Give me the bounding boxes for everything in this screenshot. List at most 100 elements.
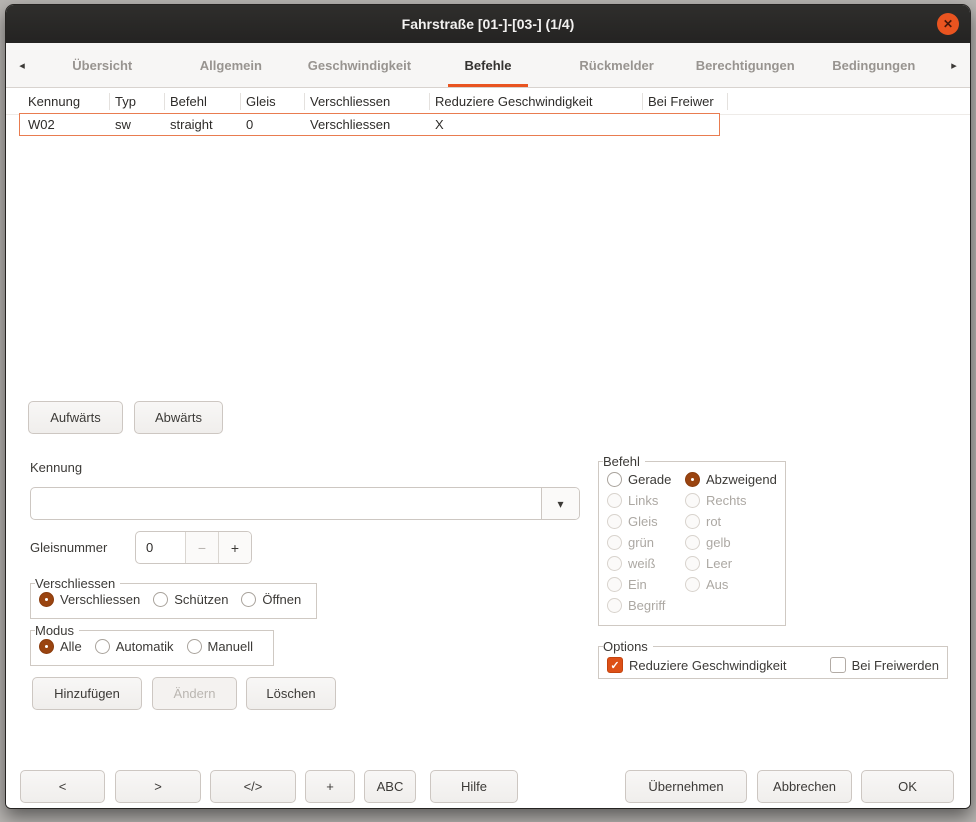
gleisnummer-spinner[interactable]: 0 − + — [135, 531, 252, 564]
radio-links: Links — [607, 493, 685, 508]
befehl-group: Befehl Gerade Abzweigend Links Rechts — [598, 454, 786, 626]
modus-group: Modus Alle Automatik Manuell — [30, 623, 274, 666]
radio-label: Ein — [628, 577, 647, 592]
befehl-group-legend: Befehl — [603, 454, 645, 469]
options-group: Options ✓ Reduziere Geschwindigkeit Bei … — [598, 639, 948, 679]
radio-gruen: grün — [607, 535, 685, 550]
radio-ein: Ein — [607, 577, 685, 592]
radio-label: rot — [706, 514, 721, 529]
tab-scroll-right-icon[interactable]: ▸ — [938, 43, 970, 87]
radio-icon — [685, 577, 700, 592]
tab-scroll-left-icon[interactable]: ◂ — [6, 43, 38, 87]
close-icon: ✕ — [943, 17, 953, 31]
tab-berechtigungen[interactable]: Berechtigungen — [681, 43, 810, 87]
column-header-gleis[interactable]: Gleis — [246, 94, 276, 109]
radio-weiss: weiß — [607, 556, 685, 571]
radio-abzweigend[interactable]: Abzweigend — [685, 472, 777, 487]
radio-icon — [685, 493, 700, 508]
tab-allgemein[interactable]: Allgemein — [167, 43, 296, 87]
abwaerts-button[interactable]: Abwärts — [134, 401, 223, 434]
gleisnummer-value[interactable]: 0 — [136, 532, 185, 563]
radio-icon — [607, 535, 622, 550]
hilfe-button[interactable]: Hilfe — [430, 770, 518, 803]
hinzufuegen-button[interactable]: Hinzufügen — [32, 677, 142, 710]
plus-button[interactable]: + — [305, 770, 355, 803]
gleisnummer-label: Gleisnummer — [30, 540, 107, 555]
radio-manuell[interactable]: Manuell — [187, 639, 254, 654]
checkbox-checked-icon: ✓ — [607, 657, 623, 673]
kennung-dropdown-button[interactable]: ▾ — [541, 488, 579, 519]
column-header-reduziere-geschwindigkeit[interactable]: Reduziere Geschwindigkeit — [435, 94, 593, 109]
radio-aus: Aus — [685, 577, 777, 592]
column-header-verschliessen[interactable]: Verschliessen — [310, 94, 390, 109]
radio-icon — [187, 639, 202, 654]
tab-rueckmelder[interactable]: Rückmelder — [552, 43, 681, 87]
verschliessen-group: Verschliessen Verschliessen Schützen Öff… — [30, 576, 317, 619]
tab-geschwindigkeit[interactable]: Geschwindigkeit — [295, 43, 424, 87]
radio-label: grün — [628, 535, 654, 550]
radio-rechts: Rechts — [685, 493, 777, 508]
radio-label: Schützen — [174, 592, 228, 607]
titlebar[interactable]: Fahrstraße [01-]-[03-] (1/4) ✕ — [6, 5, 970, 43]
checkbox-bei-freiwerden[interactable]: Bei Freiwerden — [830, 657, 939, 673]
column-header-kennung[interactable]: Kennung — [28, 94, 80, 109]
checkbox-label: Bei Freiwerden — [852, 658, 939, 673]
tab-befehle[interactable]: Befehle — [424, 43, 553, 87]
table-header: Kennung Typ Befehl Gleis Verschliessen R… — [6, 88, 970, 115]
column-divider — [164, 93, 165, 110]
cell-befehl: straight — [170, 117, 213, 132]
column-divider — [429, 93, 430, 110]
cell-verschliessen: Verschliessen — [310, 117, 390, 132]
column-header-bei-freiwerden[interactable]: Bei Freiwer — [648, 94, 714, 109]
radio-verschliessen[interactable]: Verschliessen — [39, 592, 140, 607]
radio-selected-icon — [39, 639, 54, 654]
column-header-typ[interactable]: Typ — [115, 94, 136, 109]
kennung-combobox[interactable]: ▾ — [30, 487, 580, 520]
chevron-down-icon: ▾ — [557, 497, 563, 511]
aendern-button: Ändern — [152, 677, 237, 710]
cell-gleis: 0 — [246, 117, 253, 132]
radio-oeffnen[interactable]: Öffnen — [241, 592, 301, 607]
verschliessen-group-legend: Verschliessen — [35, 576, 120, 591]
nav-next-button[interactable]: > — [115, 770, 201, 803]
checkbox-icon — [830, 657, 846, 673]
radio-icon — [607, 472, 622, 487]
loeschen-button[interactable]: Löschen — [246, 677, 336, 710]
nav-prev-button[interactable]: < — [20, 770, 105, 803]
close-button[interactable]: ✕ — [937, 13, 959, 35]
abc-button[interactable]: ABC — [364, 770, 416, 803]
radio-icon — [685, 556, 700, 571]
uebernehmen-button[interactable]: Übernehmen — [625, 770, 747, 803]
radio-gleis: Gleis — [607, 514, 685, 529]
kennung-label: Kennung — [30, 460, 82, 475]
radio-icon — [607, 514, 622, 529]
tab-uebersicht[interactable]: Übersicht — [38, 43, 167, 87]
radio-alle[interactable]: Alle — [39, 639, 82, 654]
radio-icon — [607, 556, 622, 571]
abbrechen-button[interactable]: Abbrechen — [757, 770, 852, 803]
column-divider — [109, 93, 110, 110]
column-divider — [304, 93, 305, 110]
radio-icon — [685, 514, 700, 529]
radio-selected-icon — [39, 592, 54, 607]
radio-label: Gleis — [628, 514, 658, 529]
tab-bedingungen[interactable]: Bedingungen — [809, 43, 938, 87]
checkbox-reduziere-geschwindigkeit[interactable]: ✓ Reduziere Geschwindigkeit — [607, 657, 787, 673]
increment-button[interactable]: + — [218, 532, 251, 563]
radio-label: Manuell — [208, 639, 254, 654]
radio-schuetzen[interactable]: Schützen — [153, 592, 228, 607]
ok-button[interactable]: OK — [861, 770, 954, 803]
aufwaerts-button[interactable]: Aufwärts — [28, 401, 123, 434]
radio-label: gelb — [706, 535, 731, 550]
radio-icon — [685, 535, 700, 550]
column-header-befehl[interactable]: Befehl — [170, 94, 207, 109]
radio-label: Rechts — [706, 493, 746, 508]
cell-kennung: W02 — [28, 117, 55, 132]
xml-button[interactable]: </> — [210, 770, 296, 803]
radio-icon — [153, 592, 168, 607]
decrement-button[interactable]: − — [185, 532, 218, 563]
radio-icon — [95, 639, 110, 654]
kennung-input[interactable] — [31, 488, 541, 519]
radio-automatik[interactable]: Automatik — [95, 639, 174, 654]
radio-gerade[interactable]: Gerade — [607, 472, 685, 487]
